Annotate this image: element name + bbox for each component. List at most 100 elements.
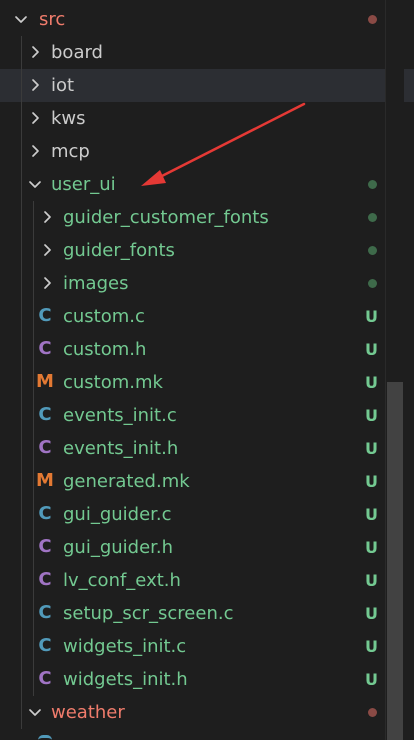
- file-label: custom.h: [63, 339, 147, 360]
- chevron-right-icon[interactable]: [27, 110, 43, 126]
- file-label: widgets_init.h: [63, 669, 188, 690]
- c-source-file-icon: C: [38, 503, 52, 524]
- folder-row-images[interactable]: images: [0, 267, 414, 300]
- file-label: gui_guider.h: [63, 537, 174, 558]
- folder-row-guider-customer-fonts[interactable]: guider_customer_fonts: [0, 201, 414, 234]
- git-untracked-badge: U: [365, 670, 378, 689]
- file-row-custom-h[interactable]: Ccustom.h U: [0, 333, 414, 366]
- git-status-dot: [368, 180, 377, 189]
- indent-guide: [33, 333, 34, 366]
- c-header-file-icon: C: [38, 536, 52, 557]
- indent-guide: [33, 234, 34, 267]
- indent-guide: [21, 432, 22, 465]
- chevron-right-icon[interactable]: [27, 44, 43, 60]
- git-untracked-badge: U: [365, 373, 378, 392]
- file-label: generated.mk: [63, 471, 190, 492]
- c-header-file-icon: C: [38, 569, 52, 590]
- chevron-right-icon[interactable]: [27, 77, 43, 93]
- indent-guide: [33, 465, 34, 498]
- file-row-setup-scr-screen-c[interactable]: Csetup_scr_screen.c U: [0, 597, 414, 630]
- git-untracked-badge: U: [365, 505, 378, 524]
- file-explorer-tree: src board iot kws mcp user_ui guider_customer_…: [0, 0, 414, 740]
- indent-guide: [21, 531, 22, 564]
- indent-guide: [21, 663, 22, 696]
- chevron-right-icon[interactable]: [39, 209, 55, 225]
- folder-label: guider_customer_fonts: [63, 207, 269, 228]
- chevron-right-icon[interactable]: [39, 242, 55, 258]
- git-status-dot: [368, 279, 377, 288]
- file-row-gui-guider-h[interactable]: Cgui_guider.h U: [0, 531, 414, 564]
- indent-guide: [21, 465, 22, 498]
- file-label: custom.c: [63, 306, 145, 327]
- file-label: custom.mk: [63, 372, 163, 393]
- c-source-file-icon: C: [38, 635, 52, 656]
- indent-guide: [21, 333, 22, 366]
- folder-label: images: [63, 273, 129, 294]
- file-label: setup_scr_screen.c: [63, 603, 234, 624]
- indent-guide: [21, 201, 22, 234]
- file-row-widgets-init-h[interactable]: Cwidgets_init.h U: [0, 663, 414, 696]
- file-row-custom-mk[interactable]: Mcustom.mk U: [0, 366, 414, 399]
- file-row-events-init-h[interactable]: Cevents_init.h U: [0, 432, 414, 465]
- indent-guide: [33, 267, 34, 300]
- folder-row-weather[interactable]: weather: [0, 696, 414, 729]
- file-row-lv-conf-ext-h[interactable]: Clv_conf_ext.h U: [0, 564, 414, 597]
- git-untracked-badge: U: [365, 637, 378, 656]
- git-untracked-badge: U: [365, 472, 378, 491]
- indent-guide: [21, 135, 22, 168]
- file-label: widgets_init.c: [63, 636, 187, 657]
- folder-label: src: [39, 9, 66, 30]
- git-untracked-badge: U: [365, 571, 378, 590]
- chevron-down-icon[interactable]: [27, 176, 43, 192]
- folder-label: guider_fonts: [63, 240, 175, 261]
- git-status-dot: [368, 213, 377, 222]
- folder-label: mcp: [51, 141, 90, 162]
- indent-guide: [33, 399, 34, 432]
- indent-guide: [21, 630, 22, 663]
- file-row-generated-mk[interactable]: Mgenerated.mk U: [0, 465, 414, 498]
- folder-row-guider-fonts[interactable]: guider_fonts: [0, 234, 414, 267]
- git-untracked-badge: U: [365, 340, 378, 359]
- indent-guide: [33, 498, 34, 531]
- file-row-widgets-init-c[interactable]: Cwidgets_init.c U: [0, 630, 414, 663]
- indent-guide: [21, 102, 22, 135]
- git-status-dot: [368, 246, 377, 255]
- chevron-down-icon[interactable]: [27, 704, 43, 720]
- c-source-file-icon: C: [38, 305, 52, 326]
- indent-guide: [33, 432, 34, 465]
- c-source-file-icon: C: [38, 404, 52, 425]
- indent-guide: [21, 168, 22, 201]
- c-header-file-icon: C: [38, 437, 52, 458]
- c-header-file-icon: C: [38, 338, 52, 359]
- folder-row-board[interactable]: board: [0, 36, 414, 69]
- file-row-events-init-c[interactable]: Cevents_init.c U: [0, 399, 414, 432]
- folder-label: kws: [51, 108, 86, 129]
- chevron-right-icon[interactable]: [27, 143, 43, 159]
- file-label: gui_guider.c: [63, 504, 172, 525]
- indent-guide: [21, 564, 22, 597]
- chevron-right-icon[interactable]: [39, 275, 55, 291]
- file-label: events_init.c: [63, 405, 177, 426]
- file-row-custom-c[interactable]: Ccustom.c U: [0, 300, 414, 333]
- indent-guide: [21, 696, 22, 729]
- folder-row-src[interactable]: src: [0, 3, 414, 36]
- git-untracked-badge: U: [365, 406, 378, 425]
- folder-row-user-ui[interactable]: user_ui: [0, 168, 414, 201]
- chevron-down-icon[interactable]: [13, 11, 29, 27]
- folder-row-mcp[interactable]: mcp: [0, 135, 414, 168]
- partial-file-icon: [38, 735, 52, 740]
- makefile-icon: M: [36, 371, 54, 392]
- file-row-gui-guider-c[interactable]: Cgui_guider.c U: [0, 498, 414, 531]
- git-untracked-badge: U: [365, 307, 378, 326]
- indent-guide: [21, 597, 22, 630]
- indent-guide: [21, 399, 22, 432]
- folder-row-kws[interactable]: kws: [0, 102, 414, 135]
- file-label: events_init.h: [63, 438, 179, 459]
- indent-guide: [33, 366, 34, 399]
- indent-guide: [33, 300, 34, 333]
- scrollbar-thumb[interactable]: [387, 382, 403, 740]
- folder-row-iot[interactable]: iot: [0, 69, 414, 102]
- makefile-icon: M: [36, 470, 54, 491]
- folder-label: user_ui: [51, 174, 116, 195]
- git-untracked-badge: U: [365, 604, 378, 623]
